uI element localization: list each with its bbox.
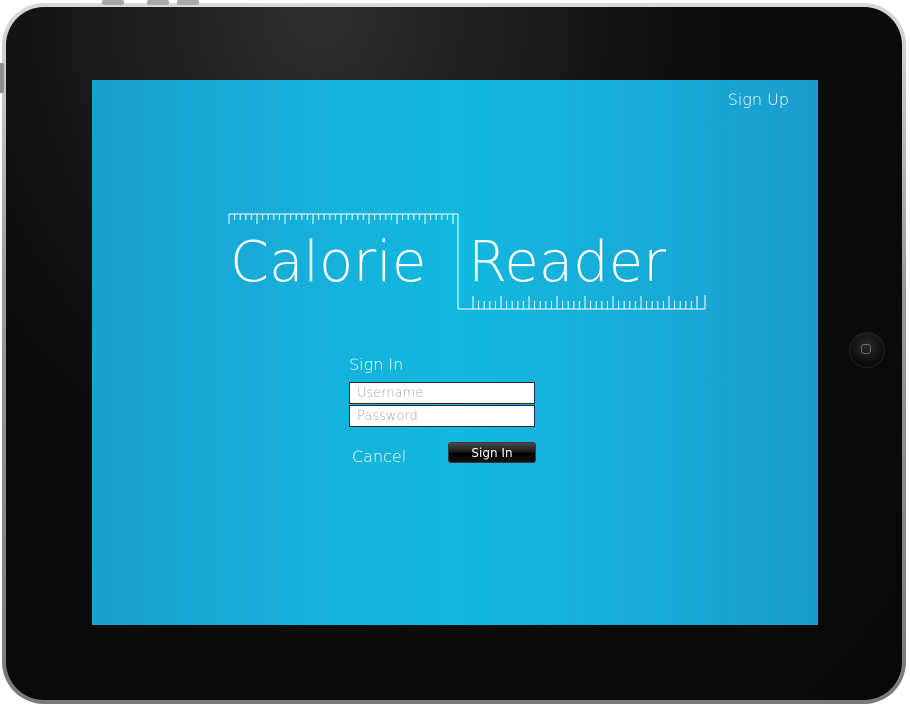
password-field[interactable]	[349, 405, 535, 427]
app-screen: Sign Up Calorie Reader Sign In Cancel Si…	[92, 80, 818, 625]
ruler-icon	[228, 213, 706, 310]
device-side-button	[0, 63, 4, 93]
cancel-button[interactable]: Cancel	[352, 447, 406, 466]
device-top-button	[102, 0, 124, 5]
signin-title: Sign In	[349, 355, 404, 374]
device-top-button	[147, 0, 169, 5]
home-button[interactable]	[849, 332, 885, 368]
device-top-button	[177, 0, 199, 5]
username-field[interactable]	[349, 382, 535, 404]
signin-button[interactable]: Sign In	[448, 442, 536, 463]
logo-word-calorie: Calorie	[230, 230, 427, 295]
home-button-icon	[861, 344, 871, 354]
logo-word-reader: Reader	[468, 230, 667, 295]
